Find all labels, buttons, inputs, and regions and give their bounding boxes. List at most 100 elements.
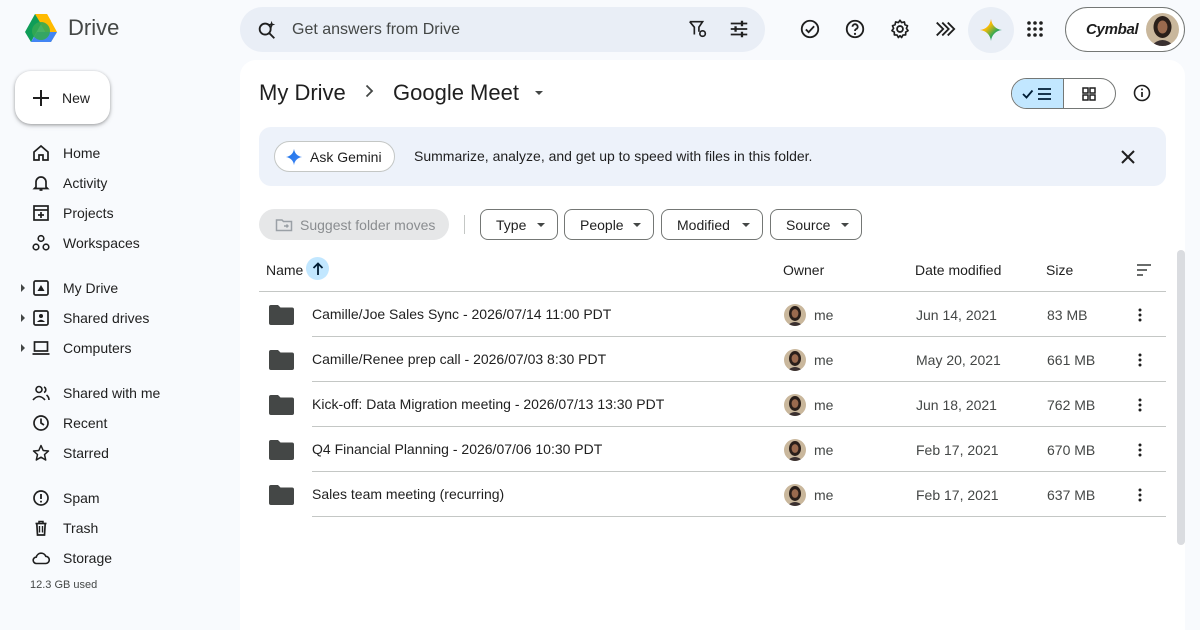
expand-arrow-icon[interactable]: [21, 284, 25, 292]
arrow-up-icon: [312, 261, 323, 275]
search-drive-settings-icon[interactable]: [687, 18, 709, 40]
new-button-label: New: [62, 89, 91, 106]
scrollbar[interactable]: [1177, 250, 1185, 545]
sidebar-item-workspaces[interactable]: Workspaces: [20, 228, 230, 258]
date-modified: Jun 14, 2021: [916, 307, 997, 323]
gemini-banner-text: Summarize, analyze, and get up to speed …: [414, 148, 813, 164]
size-column-header[interactable]: Size: [1046, 262, 1073, 278]
owner-avatar: [784, 349, 806, 371]
sidebar-item-shared-with-me[interactable]: Shared with me: [20, 378, 230, 408]
suggest-folder-moves-label: Suggest folder moves: [300, 216, 436, 233]
table-row[interactable]: Sales team meeting (recurring) me Feb 17…: [259, 472, 1166, 517]
sort-options-icon[interactable]: [1136, 263, 1152, 277]
sidebar-item-starred[interactable]: Starred: [20, 438, 230, 468]
owner-avatar: [784, 304, 806, 326]
sidebar-item-projects[interactable]: Projects: [20, 198, 230, 228]
ready-for-offline-icon[interactable]: [795, 14, 825, 44]
apps-script-icon[interactable]: [930, 14, 960, 44]
chip-label: Type: [496, 216, 527, 233]
help-icon[interactable]: [840, 14, 870, 44]
settings-gear-icon[interactable]: [885, 14, 915, 44]
my-drive-icon: [33, 280, 49, 296]
drive-logo[interactable]: Drive: [24, 12, 119, 44]
gemini-banner: Ask Gemini Summarize, analyze, and get u…: [259, 127, 1166, 186]
owner-column-header[interactable]: Owner: [783, 262, 824, 278]
breadcrumb-root[interactable]: My Drive: [259, 80, 346, 106]
grid-view-button[interactable]: [1064, 79, 1116, 108]
row-divider: [312, 516, 1166, 517]
list-view-button[interactable]: [1012, 79, 1064, 108]
expand-arrow-icon[interactable]: [21, 344, 25, 352]
type-filter-chip[interactable]: Type: [480, 209, 558, 240]
sidebar-item-trash[interactable]: Trash: [20, 513, 230, 543]
more-actions-icon[interactable]: [1131, 351, 1149, 369]
owner-avatar: [784, 439, 806, 461]
file-size: 670 MB: [1047, 442, 1096, 458]
dropdown-arrow-icon: [633, 223, 641, 227]
sidebar-item-computers[interactable]: Computers: [20, 333, 230, 363]
new-button[interactable]: New: [15, 71, 110, 124]
sidebar-item-label: Spam: [63, 490, 100, 506]
more-actions-icon[interactable]: [1131, 486, 1149, 504]
google-apps-grid-icon[interactable]: [1020, 14, 1050, 44]
file-size: 83 MB: [1047, 307, 1088, 323]
expand-arrow-icon[interactable]: [21, 314, 25, 322]
name-column-header[interactable]: Name: [266, 262, 303, 278]
ask-gemini-button[interactable]: Ask Gemini: [274, 141, 395, 172]
folder-move-icon: [275, 218, 293, 231]
table-row[interactable]: Kick-off: Data Migration meeting - 2026/…: [259, 382, 1166, 427]
computer-icon: [32, 341, 50, 355]
sidebar-item-shared-drives[interactable]: Shared drives: [20, 303, 230, 333]
grid-icon: [1082, 86, 1096, 101]
search-bar[interactable]: [240, 7, 765, 52]
people-filter-chip[interactable]: People: [564, 209, 654, 240]
sort-direction-button[interactable]: [306, 257, 329, 280]
table-row[interactable]: Q4 Financial Planning - 2026/07/06 10:30…: [259, 427, 1166, 472]
search-input[interactable]: [292, 20, 652, 39]
more-actions-icon[interactable]: [1131, 441, 1149, 459]
modified-filter-chip[interactable]: Modified: [661, 209, 763, 240]
filter-options-icon[interactable]: [728, 18, 750, 40]
sidebar-item-spam[interactable]: Spam: [20, 483, 230, 513]
owner-avatar: [784, 394, 806, 416]
date-modified-column-header[interactable]: Date modified: [915, 262, 1001, 278]
suggest-folder-moves-button[interactable]: Suggest folder moves: [259, 209, 449, 240]
clock-icon: [33, 415, 49, 431]
sidebar-item-label: Projects: [63, 205, 114, 221]
account-avatar: [1146, 13, 1179, 46]
view-toggle: [1011, 78, 1116, 109]
checked-list-icon: [1022, 87, 1052, 100]
app-title: Drive: [68, 15, 120, 40]
breadcrumb-current[interactable]: Google Meet: [393, 80, 519, 106]
gemini-button[interactable]: [968, 7, 1014, 53]
spam-icon: [33, 490, 49, 506]
more-actions-icon[interactable]: [1131, 396, 1149, 414]
folder-menu-dropdown-icon[interactable]: [535, 91, 543, 95]
table-row[interactable]: Camille/Joe Sales Sync - 2026/07/14 11:0…: [259, 292, 1166, 337]
people-icon: [32, 385, 50, 401]
folder-icon: [269, 305, 294, 325]
file-name: Camille/Renee prep call - 2026/07/03 8:3…: [312, 351, 607, 367]
table-row[interactable]: Camille/Renee prep call - 2026/07/03 8:3…: [259, 337, 1166, 382]
star-icon: [32, 444, 50, 461]
trash-icon: [35, 520, 47, 536]
source-filter-chip[interactable]: Source: [770, 209, 862, 240]
close-icon[interactable]: [1119, 148, 1137, 166]
owner-name: me: [814, 352, 834, 368]
details-info-button[interactable]: [1131, 82, 1153, 104]
sidebar-item-label: Shared with me: [63, 385, 161, 401]
sidebar-item-label: Workspaces: [63, 235, 140, 251]
folder-icon: [269, 395, 294, 415]
account-switcher[interactable]: Cymbal: [1065, 7, 1185, 52]
sidebar-item-label: Storage: [63, 550, 113, 566]
date-modified: May 20, 2021: [916, 352, 1001, 368]
sidebar-item-recent[interactable]: Recent: [20, 408, 230, 438]
more-actions-icon[interactable]: [1131, 306, 1149, 324]
info-icon: [1133, 84, 1151, 102]
sidebar-item-activity[interactable]: Activity: [20, 168, 230, 198]
sidebar-item-home[interactable]: Home: [20, 138, 230, 168]
sidebar-item-storage[interactable]: Storage: [20, 543, 230, 573]
chip-label: Source: [786, 216, 831, 233]
storage-usage-text: 12.3 GB used: [30, 579, 98, 591]
sidebar-item-my-drive[interactable]: My Drive: [20, 273, 230, 303]
